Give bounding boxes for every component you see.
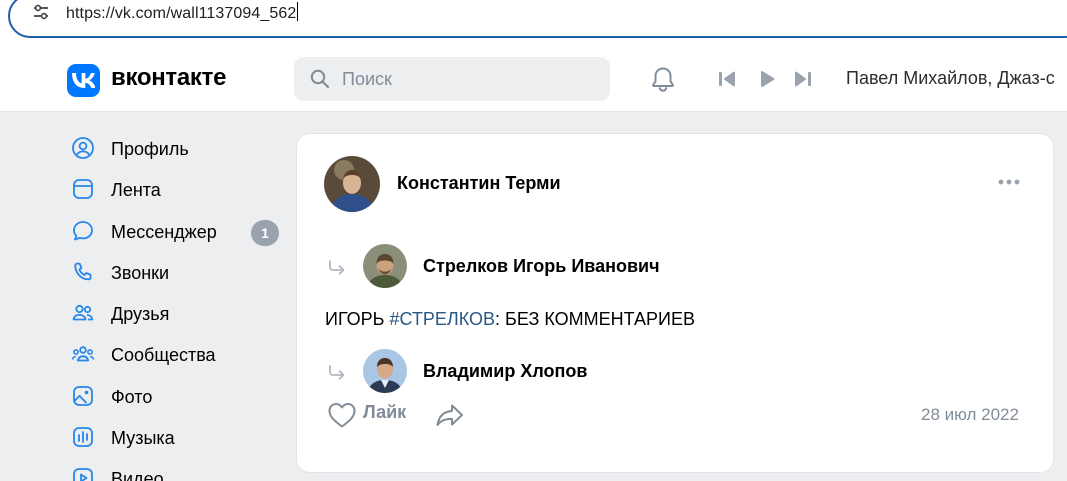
sidebar-item-profile[interactable]: Профиль (66, 128, 286, 168)
repost-source-name[interactable]: Стрелков Игорь Иванович (423, 256, 660, 277)
unread-count-badge: 1 (251, 220, 279, 246)
author-avatar[interactable] (324, 156, 380, 212)
video-icon (73, 468, 93, 481)
feed-icon (73, 179, 93, 199)
repost-source-row: Стрелков Игорь Иванович (327, 242, 927, 290)
share-icon[interactable] (434, 401, 466, 429)
post-text: ИГОРЬ #СТРЕЛКОВ: БЕЗ КОММЕНТАРИЕВ (325, 309, 695, 330)
repost-source-row: Владимир Хлопов (327, 347, 927, 395)
post-text-part: : БЕЗ КОММЕНТАРИЕВ (495, 309, 695, 329)
repost-arrow-icon (329, 365, 345, 380)
next-track-icon[interactable] (794, 70, 812, 88)
post-date[interactable]: 28 июл 2022 (921, 405, 1019, 425)
now-playing-track[interactable]: Павел Михайлов, Джаз-с (846, 68, 1067, 89)
sidebar-item-music[interactable]: Музыка (66, 417, 286, 457)
heart-icon (328, 403, 356, 428)
bell-icon[interactable] (649, 65, 677, 93)
url-field[interactable]: https://vk.com/wall1137094_562 (66, 2, 299, 23)
sidebar-item-messenger[interactable]: Мессенджер 1 (66, 211, 286, 251)
photo-icon (73, 386, 93, 406)
post-card: Константин Терми Стрелков Игорь Иванович… (296, 133, 1054, 473)
post-text-part: ИГОРЬ (325, 309, 390, 329)
sidebar-item-label: Музыка (111, 428, 175, 448)
author-name[interactable]: Константин Терми (397, 173, 561, 194)
sidebar-item-label: Сообщества (111, 345, 216, 365)
sidebar-item-feed[interactable]: Лента (66, 169, 286, 209)
search-icon (310, 69, 330, 89)
repost-source-avatar[interactable] (363, 349, 407, 393)
sidebar-item-label: Звонки (111, 263, 170, 283)
sidebar-item-communities[interactable]: Сообщества (66, 334, 286, 374)
sidebar-item-label: Профиль (111, 139, 189, 159)
friends-icon (72, 304, 94, 321)
sidebar-item-friends[interactable]: Друзья (66, 293, 286, 333)
user-circle-icon (72, 137, 94, 159)
search-box[interactable] (294, 57, 610, 101)
search-input[interactable] (342, 57, 592, 101)
communities-icon (71, 346, 95, 362)
repost-source-name[interactable]: Владимир Хлопов (423, 361, 587, 382)
site-settings-icon[interactable] (32, 3, 50, 21)
sidebar-item-photos[interactable]: Фото (66, 376, 286, 416)
sidebar-item-calls[interactable]: Звонки (66, 252, 286, 292)
play-icon[interactable] (759, 70, 777, 88)
url-text: https://vk.com/wall1137094_562 (66, 5, 297, 22)
repost-source-avatar[interactable] (363, 244, 407, 288)
sidebar-item-label: Лента (111, 180, 161, 200)
chat-bubble-icon (73, 221, 93, 241)
logo-text[interactable]: вконтакте (111, 64, 226, 92)
sidebar-item-label: Мессенджер (111, 222, 217, 242)
sidebar-item-label: Видео (111, 469, 164, 481)
like-button[interactable]: Лайк (327, 401, 412, 431)
sidebar-item-video[interactable]: Видео (66, 458, 286, 481)
text-caret (297, 2, 299, 21)
previous-track-icon[interactable] (718, 70, 736, 88)
browser-toolbar: https://vk.com/wall1137094_562 (0, 0, 1067, 46)
like-label: Лайк (363, 402, 407, 422)
phone-icon (74, 262, 92, 281)
address-bar[interactable]: https://vk.com/wall1137094_562 (8, 0, 1067, 38)
music-icon (73, 427, 93, 447)
vk-logo-icon[interactable] (67, 64, 100, 97)
site-header: вконтакте Павел Михайлов, Джаз-с (0, 46, 1067, 112)
sidebar-item-label: Фото (111, 387, 153, 407)
hashtag-link[interactable]: #СТРЕЛКОВ (390, 309, 496, 329)
repost-arrow-icon (329, 260, 345, 275)
more-options-icon[interactable] (997, 178, 1021, 186)
sidebar-item-label: Друзья (111, 304, 170, 324)
